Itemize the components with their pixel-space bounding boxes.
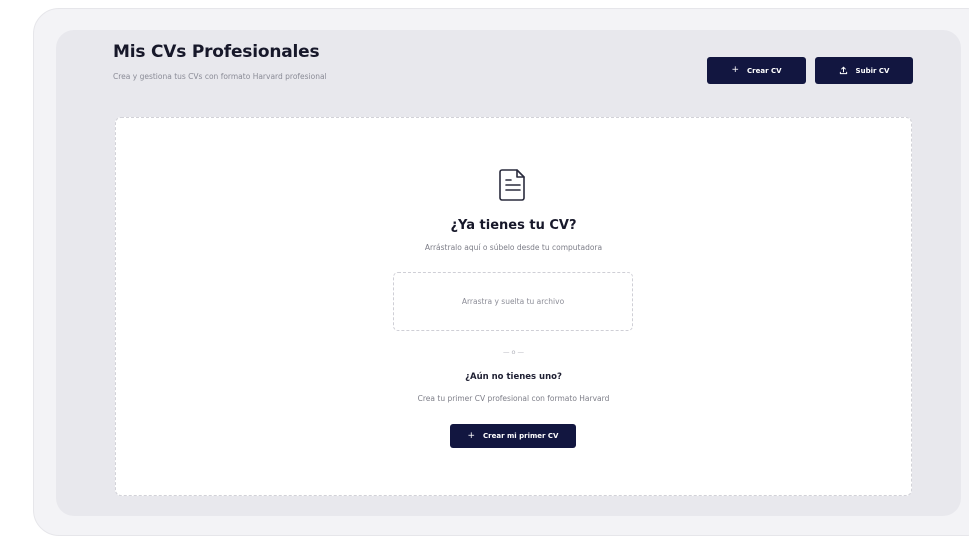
file-dropzone[interactable]: Arrastra y suelta tu archivo bbox=[393, 272, 633, 331]
upload-cv-label: Subir CV bbox=[855, 66, 890, 75]
document-icon bbox=[498, 168, 528, 206]
create-first-cv-button[interactable]: + Crear mi primer CV bbox=[450, 424, 576, 448]
or-divider: — o — bbox=[502, 348, 525, 356]
empty-state-subtitle: Arrástralo aquí o súbelo desde tu comput… bbox=[424, 243, 603, 252]
alt-subtitle: Crea tu primer CV profesional con format… bbox=[417, 394, 610, 403]
upload-icon bbox=[839, 66, 848, 75]
page-title: Mis CVs Profesionales bbox=[113, 42, 320, 62]
empty-state-title: ¿Ya tienes tu CV? bbox=[450, 218, 577, 233]
alt-title: ¿Aún no tienes uno? bbox=[465, 372, 562, 382]
create-cv-label: Crear CV bbox=[747, 66, 782, 75]
page-subtitle: Crea y gestiona tus CVs con formato Harv… bbox=[113, 72, 327, 81]
plus-icon: + bbox=[731, 65, 740, 75]
upload-cv-button[interactable]: Subir CV bbox=[815, 57, 913, 84]
dropzone-label: Arrastra y suelta tu archivo bbox=[461, 297, 565, 306]
create-cv-button[interactable]: + Crear CV bbox=[707, 57, 806, 84]
plus-icon: + bbox=[467, 430, 476, 441]
create-first-cv-label: Crear mi primer CV bbox=[483, 432, 559, 440]
